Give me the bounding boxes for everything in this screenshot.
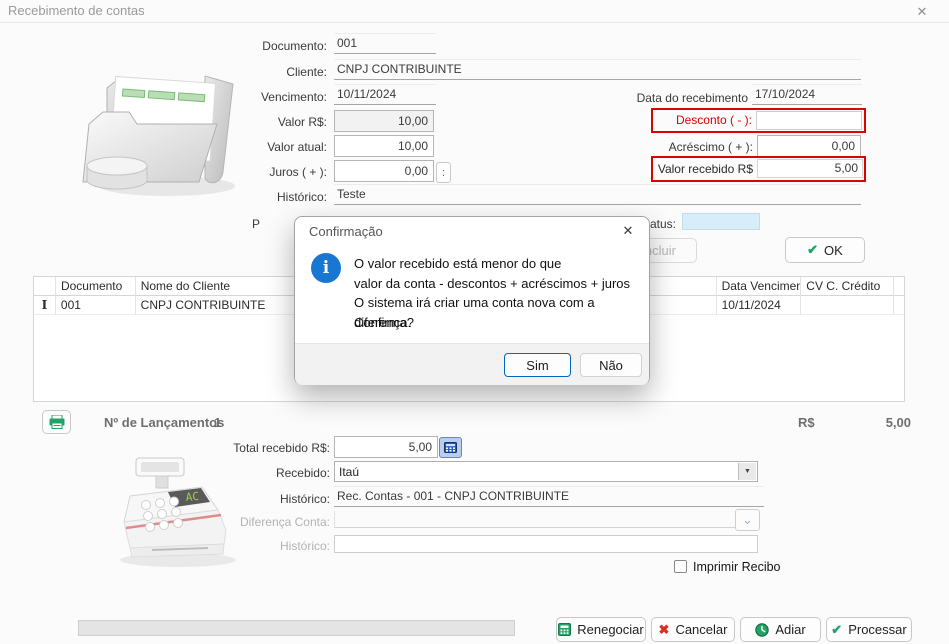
- row-cv-credito: [801, 296, 894, 315]
- recebido-selected-value: Itaú: [335, 462, 757, 479]
- summary-amount: 5,00: [845, 415, 911, 430]
- recebido-dropdown-icon[interactable]: ▼: [738, 463, 756, 480]
- renegociar-calculator-icon: [558, 623, 571, 636]
- processar-button-label: Processar: [848, 622, 907, 637]
- recebido-select[interactable]: Itaú ▼: [334, 461, 758, 482]
- bottom-historico-label: Histórico:: [180, 492, 330, 506]
- row-documento: 001: [56, 296, 136, 315]
- documento-input[interactable]: 001: [334, 33, 436, 54]
- processar-button[interactable]: ✔ Processar: [826, 617, 912, 642]
- recebido-label: Recebido:: [180, 466, 330, 480]
- adiar-button[interactable]: Adiar: [740, 617, 821, 642]
- data-recebimento-label: Data do recebimento: [595, 91, 748, 105]
- juros-input[interactable]: 0,00: [334, 160, 434, 182]
- renegociar-button[interactable]: Renegociar: [556, 617, 646, 642]
- portador-label-fragment: P: [252, 217, 266, 231]
- valor-recebido-input[interactable]: 5,00: [757, 159, 863, 178]
- desconto-label: Desconto ( - ):: [620, 113, 752, 127]
- dialog-no-button[interactable]: Não: [580, 353, 642, 377]
- valor-input[interactable]: 10,00: [334, 110, 434, 132]
- renegociar-button-label: Renegociar: [577, 622, 644, 637]
- summary-currency: R$: [798, 415, 815, 430]
- lancamentos-count: 1: [214, 415, 221, 430]
- diferenca-chevron-icon[interactable]: ⌄: [735, 509, 760, 531]
- progress-bar: [78, 620, 515, 636]
- cancelar-button-label: Cancelar: [675, 622, 727, 637]
- diferenca-conta-label: Diferença Conta:: [180, 515, 330, 529]
- juros-picker-icon[interactable]: :: [436, 162, 451, 183]
- juros-label: Juros ( + ):: [197, 165, 327, 179]
- adiar-clock-icon: [755, 623, 769, 637]
- lancamentos-label: Nº de Lançamentos: [104, 415, 224, 430]
- printer-icon: [49, 415, 65, 429]
- receipt-window: Recebimento de contas ✕: [0, 0, 949, 644]
- print-button[interactable]: [42, 410, 71, 434]
- data-recebimento-input[interactable]: 17/10/2024: [752, 84, 862, 105]
- historico-input[interactable]: Teste: [334, 184, 861, 205]
- valor-atual-input[interactable]: 10,00: [334, 135, 434, 157]
- row-cursor-icon: I: [34, 296, 56, 315]
- table-header-selector: [34, 277, 56, 296]
- dialog-message-line: O valor recebido está menor do que: [354, 254, 639, 274]
- imprimir-recibo-label: Imprimir Recibo: [693, 560, 781, 574]
- calculator-icon: [444, 442, 457, 453]
- dialog-yes-button[interactable]: Sim: [504, 353, 571, 377]
- total-recebido-label: Total recebido R$:: [180, 441, 330, 455]
- window-title: Recebimento de contas: [8, 3, 145, 18]
- valor-label: Valor R$:: [197, 115, 327, 129]
- valor-atual-label: Valor atual:: [197, 140, 327, 154]
- dialog-yes-label: Sim: [526, 358, 548, 373]
- vencimento-label: Vencimento:: [197, 90, 327, 104]
- dialog-title: Confirmação: [309, 224, 383, 239]
- diferenca-conta-select[interactable]: [334, 511, 735, 528]
- status-input[interactable]: [682, 213, 760, 230]
- historico2-input[interactable]: [334, 535, 758, 553]
- historico-label: Histórico:: [197, 190, 327, 204]
- ok-button[interactable]: ✔ OK: [785, 237, 865, 263]
- dialog-message-line: valor da conta - descontos + acréscimos …: [354, 274, 639, 294]
- row-data-vencimento: 10/11/2024: [717, 296, 802, 315]
- acrescimo-label: Acréscimo ( + ):: [618, 140, 753, 154]
- table-header-cv-credito[interactable]: CV C. Crédito: [801, 277, 894, 296]
- cancelar-button[interactable]: ✖ Cancelar: [651, 617, 735, 642]
- documento-label: Documento:: [197, 39, 327, 53]
- dialog-question: Confirma?: [354, 315, 414, 330]
- ok-check-icon: ✔: [807, 242, 818, 258]
- calculator-button[interactable]: [439, 437, 462, 458]
- status-label-fragment: atus:: [650, 217, 684, 231]
- table-header-documento[interactable]: Documento: [56, 277, 136, 296]
- adiar-button-label: Adiar: [775, 622, 805, 637]
- dialog-close-icon[interactable]: ✕: [617, 222, 639, 240]
- total-recebido-input[interactable]: 5,00: [334, 436, 438, 458]
- dialog-no-label: Não: [599, 358, 623, 373]
- processar-check-icon: ✔: [831, 622, 842, 638]
- historico2-label: Histórico:: [180, 539, 330, 553]
- window-close-icon[interactable]: ✕: [905, 1, 939, 22]
- cancelar-x-icon: ✖: [659, 622, 670, 638]
- titlebar-divider: [0, 22, 949, 23]
- table-header-data-vencimento[interactable]: Data Vencimento: [717, 277, 802, 296]
- acrescimo-input[interactable]: 0,00: [757, 135, 861, 157]
- desconto-input[interactable]: [756, 111, 862, 130]
- bottom-historico-input[interactable]: Rec. Contas - 001 - CNPJ CONTRIBUINTE: [334, 486, 764, 507]
- cliente-input[interactable]: CNPJ CONTRIBUINTE: [334, 59, 861, 80]
- confirmation-dialog: Confirmação ✕ i O valor recebido está me…: [294, 216, 650, 385]
- imprimir-recibo-checkbox[interactable]: [674, 560, 687, 573]
- valor-recebido-label: Valor recebido R$: [610, 162, 753, 176]
- vencimento-input[interactable]: 10/11/2024: [334, 84, 436, 105]
- cliente-label: Cliente:: [197, 65, 327, 79]
- ok-button-label: OK: [824, 243, 843, 258]
- info-icon: i: [311, 253, 341, 283]
